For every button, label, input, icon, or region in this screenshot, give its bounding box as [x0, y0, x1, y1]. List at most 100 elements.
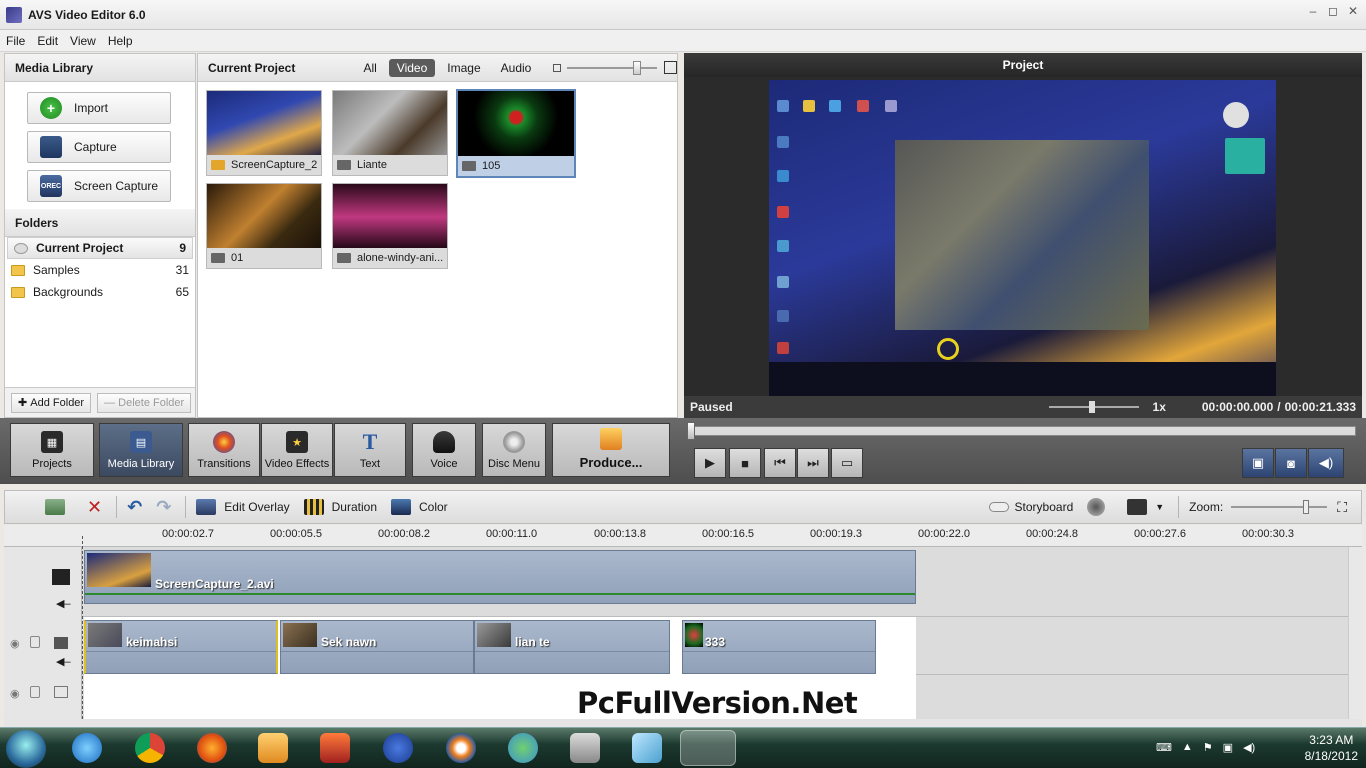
tab-media-library[interactable]: ▤ Media Library	[99, 423, 183, 477]
app-icon	[6, 6, 22, 23]
timeline-horizontal-scrollbar[interactable]	[4, 719, 1362, 727]
delete-button[interactable]: ✕	[87, 497, 102, 518]
screen-capture-button[interactable]: OREC Screen Capture	[27, 170, 171, 202]
show-hidden-icons[interactable]: ▲	[1182, 741, 1193, 754]
internet-explorer-icon[interactable]	[72, 733, 102, 763]
media-item[interactable]: ScreenCapture_2	[206, 90, 322, 176]
folder-current-project[interactable]: Current Project 9	[7, 237, 193, 259]
start-button[interactable]	[6, 730, 46, 768]
lock-icon[interactable]	[30, 636, 40, 648]
folders-title: Folders	[5, 209, 195, 237]
thumbnail-size-slider[interactable]	[553, 60, 677, 76]
firefox-icon[interactable]	[197, 733, 227, 763]
storyboard-toggle[interactable]: Storyboard	[988, 500, 1073, 514]
tab-video-effects[interactable]: ★ Video Effects	[261, 423, 333, 477]
timeline-clip[interactable]: Sek nawn	[280, 620, 474, 674]
aspect-ratio-dropdown[interactable]: ▼	[1127, 499, 1164, 515]
chrome-icon[interactable]	[135, 733, 165, 763]
timeline-clip[interactable]: 333	[682, 620, 876, 674]
stop-button[interactable]: ■	[729, 448, 761, 478]
tab-transitions[interactable]: Transitions	[188, 423, 260, 477]
redo-button[interactable]: ↷	[156, 497, 171, 518]
playhead[interactable]	[82, 536, 83, 719]
folder-samples[interactable]: Samples 31	[5, 259, 195, 281]
preview-video-frame[interactable]	[769, 80, 1276, 396]
duration-button[interactable]: Duration	[303, 499, 377, 515]
zoom-knob[interactable]	[1303, 500, 1310, 514]
next-frame-button[interactable]: ⏭	[797, 448, 829, 478]
play-button[interactable]: ▶	[694, 448, 726, 478]
media-thumbnail	[333, 91, 447, 157]
media-item[interactable]: Liante	[332, 90, 448, 176]
timeline-vertical-scrollbar[interactable]	[1348, 547, 1362, 719]
timeline-clip[interactable]: keimahsi	[84, 620, 278, 674]
capture-button[interactable]: Capture	[27, 131, 171, 163]
import-button[interactable]: + Import	[27, 92, 171, 124]
volume-slider[interactable]	[1048, 401, 1139, 413]
timeline-clip[interactable]: lian te	[474, 620, 670, 674]
lock-icon[interactable]	[30, 686, 40, 698]
maximize-icon[interactable]: ◻	[1326, 4, 1340, 18]
speaker-icon[interactable]: ◀–	[56, 655, 71, 668]
eye-icon[interactable]: ◉	[10, 637, 20, 650]
folder-backgrounds[interactable]: Backgrounds 65	[5, 281, 195, 303]
menu-file[interactable]: File	[6, 34, 25, 48]
volume-button[interactable]: ◀)	[1308, 448, 1344, 478]
fullscreen-preview-button[interactable]: ▭	[831, 448, 863, 478]
filter-audio[interactable]: Audio	[493, 59, 540, 77]
split-button[interactable]: ▣	[1242, 448, 1274, 478]
folder-name: Samples	[33, 263, 80, 277]
video-capture-icon[interactable]	[570, 733, 600, 763]
media-item[interactable]: alone-windy-ani...	[332, 183, 448, 269]
tab-disc-menu[interactable]: Disc Menu	[482, 423, 546, 477]
tab-voice[interactable]: Voice	[412, 423, 476, 477]
network-icon[interactable]: ▣	[1223, 741, 1233, 754]
add-folder-button[interactable]: ✚ Add Folder	[11, 392, 92, 413]
clock[interactable]: 3:23 AM 8/18/2012	[1305, 732, 1358, 764]
app-icon[interactable]	[632, 733, 662, 763]
tab-projects[interactable]: ▦ Projects	[10, 423, 94, 477]
edit-overlay-label: Edit Overlay	[224, 500, 290, 514]
keyboard-icon[interactable]: ⌨	[1156, 741, 1172, 754]
delete-folder-button[interactable]: — Delete Folder	[97, 392, 192, 413]
close-icon[interactable]: ✕	[1346, 4, 1360, 18]
playback-speed[interactable]: 1x	[1153, 400, 1166, 414]
messenger-icon[interactable]	[508, 733, 538, 763]
filter-all[interactable]: All	[355, 59, 384, 77]
media-player-icon[interactable]	[258, 733, 288, 763]
color-button[interactable]: Color	[391, 499, 448, 515]
avs-video-editor-taskbar-icon[interactable]	[680, 730, 736, 766]
timeline-zoom-slider[interactable]	[1231, 500, 1328, 514]
seek-bar[interactable]	[687, 422, 1356, 440]
produce-button[interactable]: Produce...	[552, 423, 670, 477]
add-to-timeline-button[interactable]	[45, 499, 73, 515]
tab-text[interactable]: T Text	[334, 423, 406, 477]
tab-label: Projects	[32, 458, 72, 470]
filter-video[interactable]: Video	[388, 58, 436, 77]
undo-button[interactable]: ↶	[127, 497, 142, 518]
speaker-icon[interactable]: ◀–	[56, 597, 71, 610]
minimize-icon[interactable]: –	[1306, 4, 1320, 18]
timeline-ruler[interactable]: 00:00:02.7 00:00:05.5 00:00:08.2 00:00:1…	[4, 525, 1362, 547]
menu-edit[interactable]: Edit	[37, 34, 58, 48]
avs-app-icon[interactable]	[320, 733, 350, 763]
flag-icon[interactable]: ⚑	[1203, 741, 1213, 754]
snapshot-button[interactable]: ◙	[1275, 448, 1307, 478]
previous-frame-button[interactable]: ⏮	[764, 448, 796, 478]
menu-view[interactable]: View	[70, 34, 96, 48]
filter-image[interactable]: Image	[439, 59, 488, 77]
timeline-clip-main[interactable]: ScreenCapture_2.avi	[84, 550, 916, 604]
eye-icon[interactable]: ◉	[10, 687, 20, 700]
volume-icon[interactable]: ◀)	[1243, 741, 1255, 754]
blender-icon[interactable]	[446, 733, 476, 763]
webcam-button[interactable]	[1087, 498, 1113, 516]
edit-overlay-button[interactable]: Edit Overlay	[196, 499, 290, 515]
3g-modem-icon[interactable]	[383, 733, 413, 763]
media-item[interactable]: 01	[206, 183, 322, 269]
fit-to-window-button[interactable]: ⛶	[1337, 499, 1347, 516]
title-bar: AVS Video Editor 6.0 – ◻ ✕	[0, 0, 1366, 30]
slider-knob[interactable]	[633, 60, 642, 75]
seek-knob[interactable]	[687, 422, 695, 440]
media-item-selected[interactable]: 105	[456, 89, 576, 178]
menu-help[interactable]: Help	[108, 34, 133, 48]
